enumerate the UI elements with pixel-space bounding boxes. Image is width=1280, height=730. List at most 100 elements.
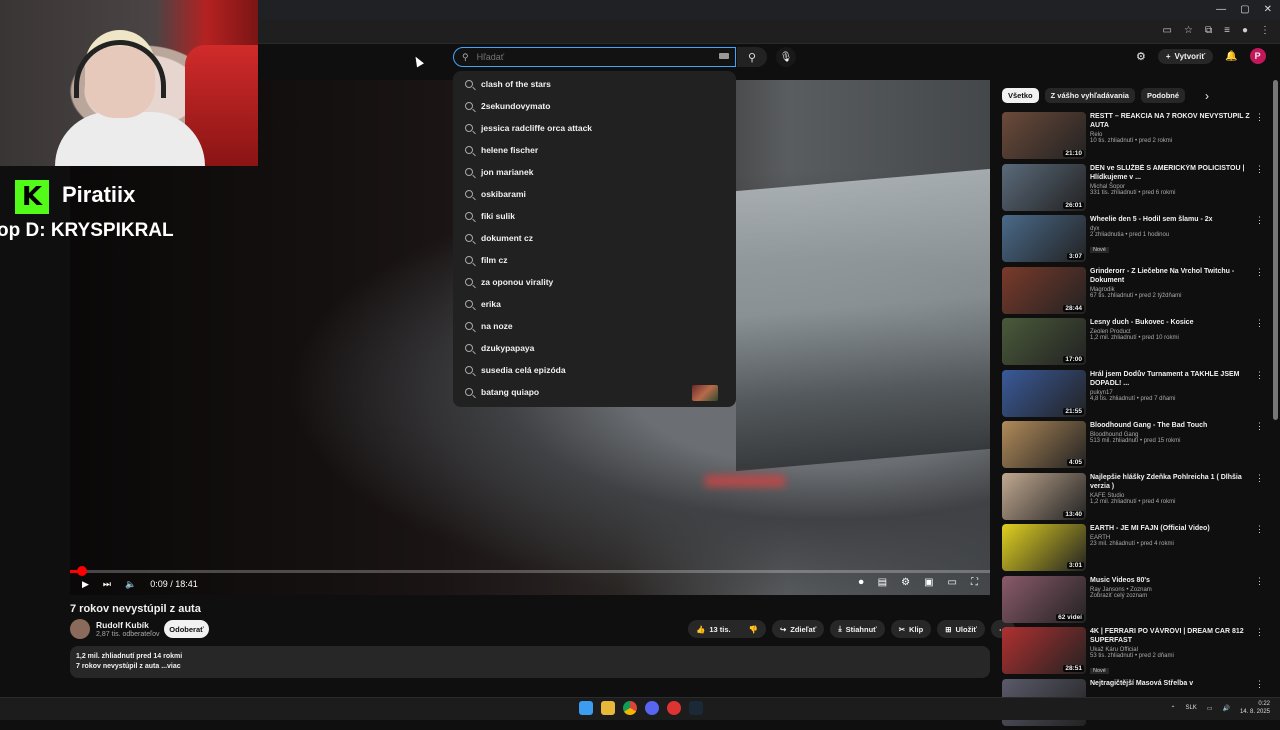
search-suggestion[interactable]: jessica radcliffe orca attack <box>453 117 736 139</box>
video-thumbnail[interactable]: 4:05 <box>1002 421 1086 468</box>
recommended-video[interactable]: 17:00Lesny duch - Bukovec - KosiceZeolen… <box>1002 318 1264 370</box>
profile-icon[interactable]: ● <box>1242 25 1248 36</box>
save-button[interactable]: ⊞ Uložiť <box>937 620 985 638</box>
more-options-icon[interactable]: ⋮ <box>1255 267 1264 278</box>
more-options-icon[interactable]: ⋮ <box>1255 627 1264 638</box>
filter-chip[interactable]: Podobné <box>1141 88 1185 103</box>
next-icon[interactable]: ⏭ <box>103 579 111 590</box>
video-thumbnail[interactable]: 21:10 <box>1002 112 1086 159</box>
channel-name[interactable]: Rudolf Kubík <box>96 620 149 630</box>
more-options-icon[interactable]: ⋮ <box>1255 421 1264 432</box>
more-options-icon[interactable]: ⋮ <box>1255 679 1264 690</box>
voice-search-button[interactable]: 🎙 <box>776 47 796 67</box>
miniplayer-icon[interactable]: ▣ <box>924 577 933 588</box>
search-button[interactable]: ⚲ <box>737 47 767 67</box>
keyboard-icon[interactable] <box>719 53 729 59</box>
search-suggestion[interactable]: jon marianek <box>453 161 736 183</box>
video-thumbnail[interactable]: 3:07 <box>1002 215 1086 262</box>
volume-tray-icon[interactable]: 🔊 <box>1222 705 1229 712</box>
recommended-video[interactable]: 21:10RESTT – REAKCIA NA 7 ROKOV NEVYSTÚP… <box>1002 112 1264 164</box>
more-options-icon[interactable]: ⋮ <box>1255 370 1264 381</box>
video-thumbnail[interactable]: 28:44 <box>1002 267 1086 314</box>
search-box[interactable]: ⚲ <box>453 47 736 67</box>
search-suggestion[interactable]: erika <box>453 293 736 315</box>
filter-chip[interactable]: Z vášho vyhľadávania <box>1045 88 1135 103</box>
search-suggestion[interactable]: oskibarami <box>453 183 736 205</box>
thumbs-down-icon[interactable]: 👎 <box>749 625 758 634</box>
more-options-icon[interactable]: ⋮ <box>1255 473 1264 484</box>
chevron-up-icon[interactable]: ⌃ <box>1170 705 1175 712</box>
recommended-video[interactable]: 28:44Grinderorr - Z Liečebne Na Vrchol T… <box>1002 267 1264 319</box>
more-options-icon[interactable]: ⋮ <box>1255 524 1264 535</box>
filter-chip[interactable]: Všetko <box>1002 88 1039 103</box>
share-button[interactable]: ↪ Zdieľať <box>772 620 824 638</box>
recommended-video[interactable]: 28:514K | FERRARI PO VÁVROVI | DREAM CAR… <box>1002 627 1264 679</box>
download-button[interactable]: ⤓ Stiahnuť <box>830 620 884 638</box>
search-suggestion[interactable]: susedia celá epizóda <box>453 359 736 381</box>
minimize-icon[interactable]: — <box>1216 4 1226 15</box>
autoplay-toggle-icon[interactable]: ⏺ <box>859 577 864 588</box>
recommended-video[interactable]: 13:40Najlepšie hlášky Zdeňka Pohlreicha … <box>1002 473 1264 525</box>
search-suggestion[interactable]: za oponou virality <box>453 271 736 293</box>
recommended-video[interactable]: 21:55Hrál jsem Dodův Turnament a TAKHLE … <box>1002 370 1264 422</box>
more-options-icon[interactable]: ⋮ <box>1255 318 1264 329</box>
theater-mode-icon[interactable]: ▭ <box>948 577 957 588</box>
reading-list-icon[interactable]: ≡ <box>1224 25 1230 36</box>
gear-icon[interactable]: ⚙ <box>1136 50 1146 63</box>
steam-icon[interactable] <box>689 701 703 715</box>
search-suggestion[interactable]: dokument cz <box>453 227 736 249</box>
progress-bar[interactable] <box>70 570 990 573</box>
volume-icon[interactable]: 🔈 <box>125 579 136 590</box>
search-suggestion[interactable]: na noze <box>453 315 736 337</box>
fullscreen-icon[interactable]: ⛶ <box>971 577 978 588</box>
file-explorer-icon[interactable] <box>601 701 615 715</box>
bookmark-star-icon[interactable]: ☆ <box>1184 25 1193 36</box>
search-suggestion[interactable]: dzukypapaya <box>453 337 736 359</box>
recommended-video[interactable]: 26:01DEN ve SLUŽBĚ S AMERICKÝM POLICISTO… <box>1002 164 1264 216</box>
description-box[interactable]: 1,2 mil. zhliadnutí pred 14 rokmi 7 roko… <box>70 646 990 678</box>
recommended-video[interactable]: 3:01EARTH - JE MI FAJN (Official Video)E… <box>1002 524 1264 576</box>
notifications-bell-icon[interactable]: 🔔 <box>1225 51 1237 62</box>
browser-menu-icon[interactable]: ⋮ <box>1260 25 1270 36</box>
search-input[interactable] <box>477 52 707 62</box>
maximize-icon[interactable]: ▢ <box>1240 4 1249 15</box>
video-thumbnail[interactable]: 3:01 <box>1002 524 1086 571</box>
recommended-video[interactable]: 4:05Bloodhound Gang - The Bad TouchBlood… <box>1002 421 1264 473</box>
subtitles-icon[interactable]: ▤ <box>878 577 887 588</box>
search-suggestion[interactable]: film cz <box>453 249 736 271</box>
like-button[interactable]: 👍 13 tis. 👎 <box>688 620 766 638</box>
play-icon[interactable]: ▶ <box>82 579 89 590</box>
video-thumbnail[interactable]: 17:00 <box>1002 318 1086 365</box>
app-icon[interactable] <box>667 701 681 715</box>
settings-gear-icon[interactable]: ⚙ <box>901 577 910 588</box>
more-options-icon[interactable]: ⋮ <box>1255 112 1264 123</box>
search-suggestion[interactable]: helene fischer <box>453 139 736 161</box>
cast-icon[interactable]: ▭ <box>1163 25 1172 36</box>
video-thumbnail[interactable]: 28:51 <box>1002 627 1086 674</box>
language-indicator[interactable]: SLK <box>1185 705 1196 711</box>
create-button[interactable]: + Vytvoriť <box>1158 49 1213 64</box>
recommended-video[interactable]: 62 videíMusic Videos 80'sRay Jansons • Z… <box>1002 576 1264 628</box>
chrome-icon[interactable] <box>623 701 637 715</box>
channel-avatar[interactable] <box>70 619 90 639</box>
video-thumbnail[interactable]: 21:55 <box>1002 370 1086 417</box>
subscribe-button[interactable]: Odoberať <box>164 620 209 638</box>
discord-icon[interactable] <box>645 701 659 715</box>
more-options-icon[interactable]: ⋮ <box>1255 215 1264 226</box>
recommended-video[interactable]: 3:07Wheelie den 5 - Hodil sem šlamu - 2x… <box>1002 215 1264 267</box>
chevron-right-icon[interactable]: › <box>1205 89 1209 103</box>
network-icon[interactable]: ▭ <box>1207 705 1213 712</box>
video-thumbnail[interactable]: 62 videí <box>1002 576 1086 623</box>
windows-start-icon[interactable] <box>579 701 593 715</box>
video-thumbnail[interactable]: 26:01 <box>1002 164 1086 211</box>
more-options-icon[interactable]: ⋮ <box>1255 164 1264 175</box>
close-icon[interactable]: ✕ <box>1264 4 1272 15</box>
search-suggestion[interactable]: clash of the stars <box>453 73 736 95</box>
more-options-icon[interactable]: ⋮ <box>1255 576 1264 587</box>
account-avatar[interactable]: P <box>1250 48 1266 64</box>
search-suggestion[interactable]: fiki sulik <box>453 205 736 227</box>
clock[interactable]: 0:22 14. 8. 2025 <box>1240 700 1270 716</box>
search-suggestion[interactable]: 2sekundovymato <box>453 95 736 117</box>
page-scrollbar[interactable] <box>1273 80 1278 420</box>
extensions-icon[interactable]: ⧉ <box>1205 25 1212 36</box>
